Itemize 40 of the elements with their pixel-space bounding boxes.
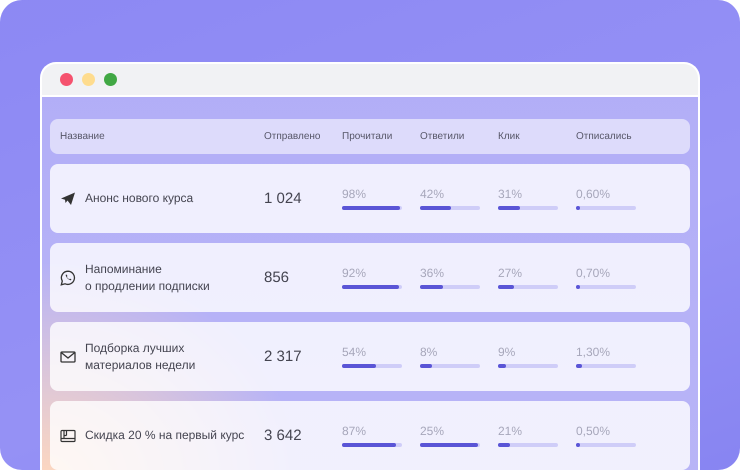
paper-plane-icon <box>60 190 76 206</box>
percent-value: 92% <box>342 266 368 280</box>
percent-value: 0,50% <box>576 424 612 438</box>
percent-value: 21% <box>498 424 524 438</box>
envelope-icon <box>60 348 76 364</box>
column-header: Отписались <box>576 131 633 142</box>
column-header: Прочитали <box>342 131 394 142</box>
column-header: Отправлено <box>264 131 322 142</box>
percent-value: 36% <box>420 266 446 280</box>
percent-value: 0,70% <box>576 266 612 280</box>
campaign-name: Подборка лучших материалов недели <box>85 340 196 374</box>
percent-value: 9% <box>498 345 516 359</box>
campaign-name: Анонс нового курса <box>85 190 194 207</box>
sent-count: 856 <box>264 269 290 286</box>
percent-value: 27% <box>498 266 524 280</box>
column-header: Название <box>60 131 106 142</box>
percent-value: 87% <box>342 424 368 438</box>
percent-value: 98% <box>342 187 368 201</box>
sent-count: 2 317 <box>264 348 303 365</box>
close-button[interactable] <box>60 73 73 86</box>
column-header: Клик <box>498 131 521 142</box>
chat-bubble-icon <box>60 270 76 286</box>
sent-count: 3 642 <box>264 427 303 444</box>
table-row[interactable]: Скидка 20 % на первый курс 3 642 87% 25% 21% 0,50% <box>50 401 690 470</box>
campaign-name: Скидка 20 % на первый курс <box>85 427 244 444</box>
sent-count: 1 024 <box>264 190 303 207</box>
percent-value: 25% <box>420 424 446 438</box>
percent-value: 1,30% <box>576 345 612 359</box>
table-row[interactable]: Подборка лучших материалов недели 2 317 54% 8% 9% 1,30% <box>50 322 690 391</box>
percent-value: 0,60% <box>576 187 612 201</box>
table-row[interactable]: Анонс нового курса 1 024 98% 42% 31% 0,60% <box>50 164 690 233</box>
percent-value: 8% <box>420 345 438 359</box>
percent-value: 31% <box>498 187 524 201</box>
card-icon <box>60 428 76 444</box>
campaign-name: Напоминание о продлении подписки <box>85 260 210 294</box>
column-header: Ответили <box>420 131 466 142</box>
maximize-button[interactable] <box>104 73 117 86</box>
percent-value: 54% <box>342 345 368 359</box>
percent-value: 42% <box>420 187 446 201</box>
table-row[interactable]: Напоминание о продлении подписки 856 92% 36% 27% 0,70% <box>50 243 690 312</box>
